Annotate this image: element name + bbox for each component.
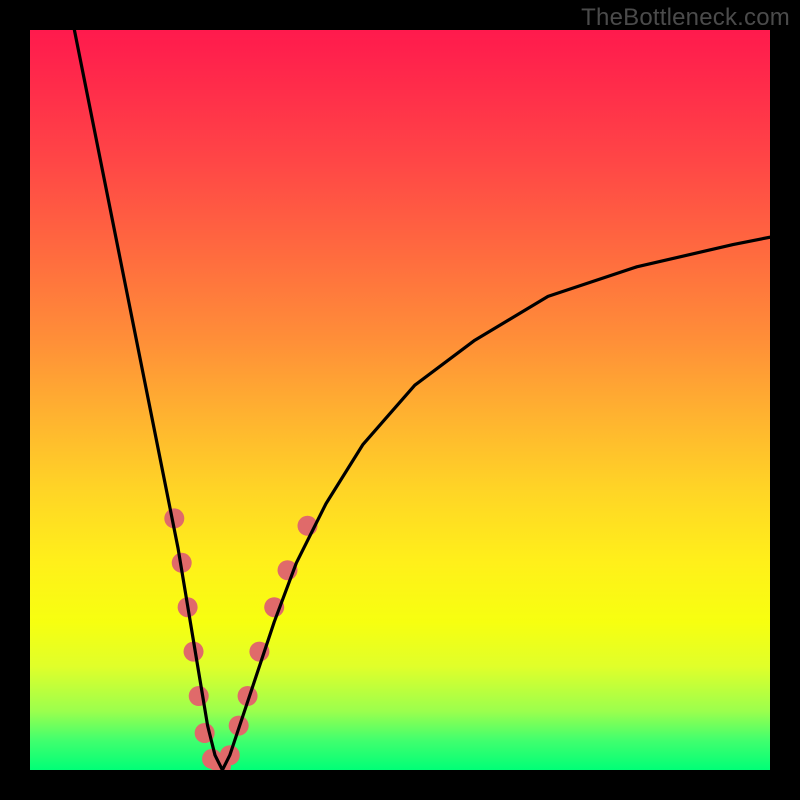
bottleneck-curve — [74, 30, 770, 770]
curve-svg — [30, 30, 770, 770]
chart-frame: TheBottleneck.com — [0, 0, 800, 800]
plot-area — [30, 30, 770, 770]
watermark-text: TheBottleneck.com — [581, 4, 790, 32]
data-marker — [189, 686, 209, 706]
marker-layer — [164, 508, 317, 770]
